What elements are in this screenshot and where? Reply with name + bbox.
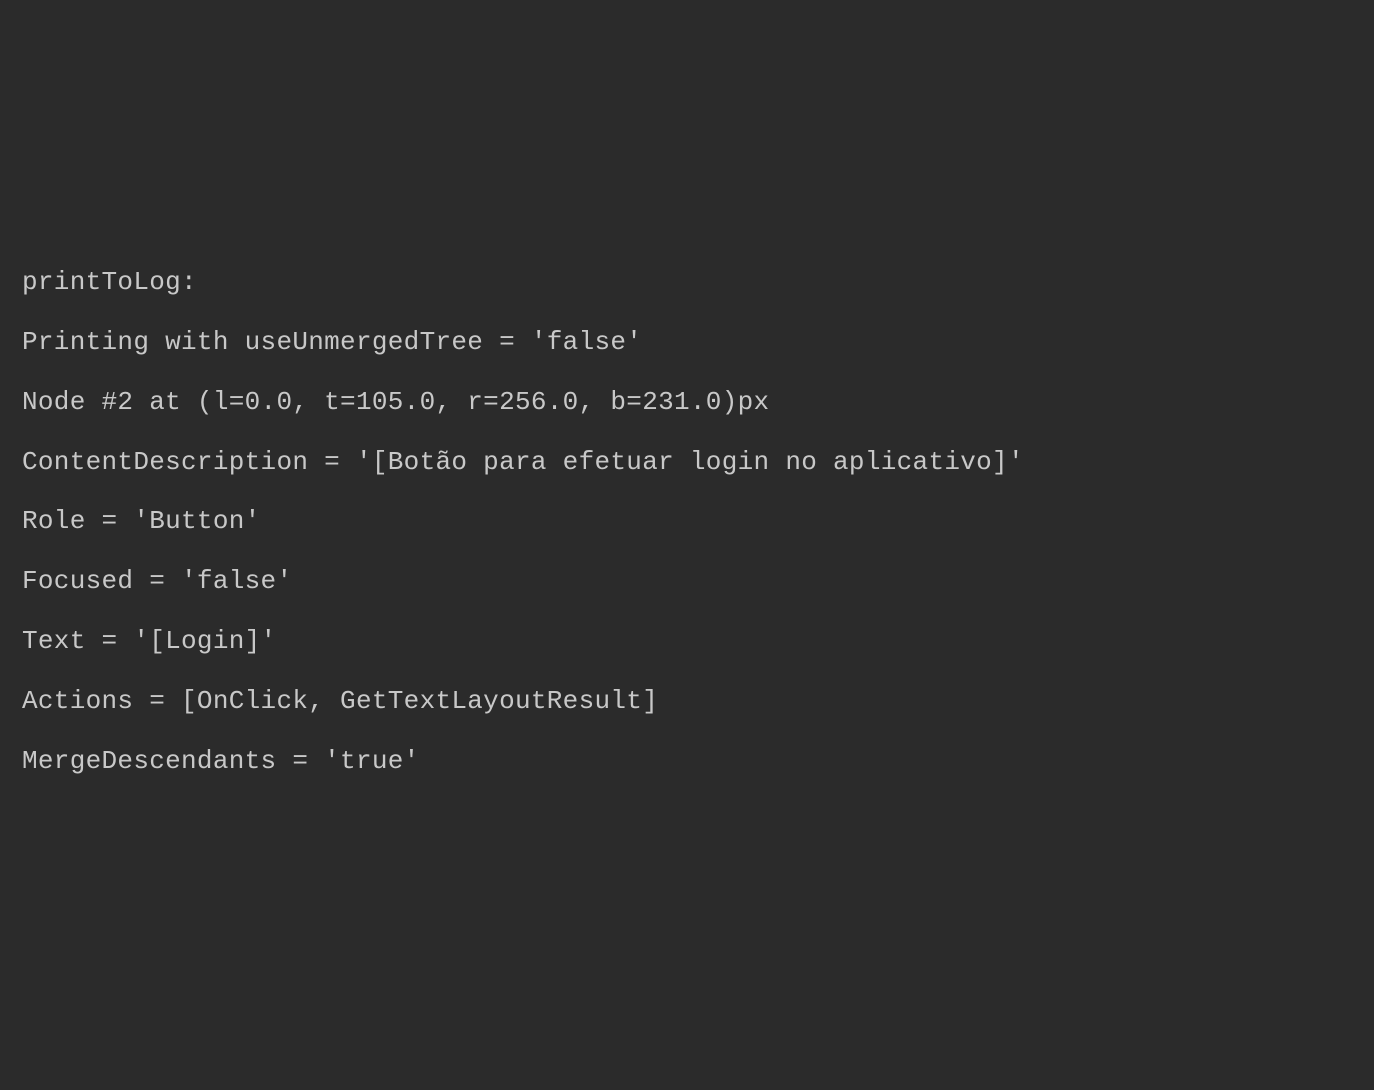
log-line-content-description: ContentDescription = '[Botão para efetua… bbox=[22, 433, 1352, 493]
log-line-node-bounds: Node #2 at (l=0.0, t=105.0, r=256.0, b=2… bbox=[22, 373, 1352, 433]
log-line-role: Role = 'Button' bbox=[22, 492, 1352, 552]
log-line-actions: Actions = [OnClick, GetTextLayoutResult] bbox=[22, 672, 1352, 732]
log-line-focused: Focused = 'false' bbox=[22, 552, 1352, 612]
log-line-print-to-log: printToLog: bbox=[22, 253, 1352, 313]
log-line-merge-descendants: MergeDescendants = 'true' bbox=[22, 732, 1352, 792]
log-line-text: Text = '[Login]' bbox=[22, 612, 1352, 672]
log-line-unmerged-tree: Printing with useUnmergedTree = 'false' bbox=[22, 313, 1352, 373]
